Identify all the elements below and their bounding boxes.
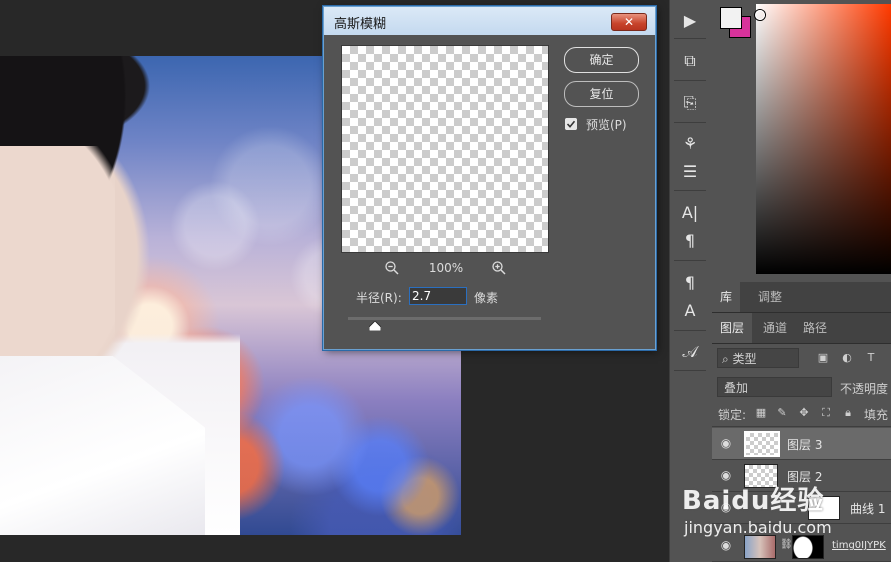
portrait-face	[0, 146, 115, 376]
lock-all-icon[interactable]: 🔒︎	[842, 407, 854, 419]
lock-paint-icon[interactable]: ✎	[776, 407, 788, 419]
watermark-url: jingyan.baidu.com	[684, 518, 832, 537]
zoom-level: 100%	[428, 261, 464, 275]
baidu-jingyan-watermark: Baidu经验	[682, 486, 825, 516]
reset-button[interactable]: 复位	[564, 81, 639, 107]
divider	[674, 122, 706, 123]
lock-artboard-icon[interactable]: ⛶	[820, 407, 832, 419]
visibility-eye-icon[interactable]: ◉	[719, 437, 733, 449]
color-picker-field[interactable]	[756, 4, 891, 274]
tab-library[interactable]: 库	[712, 282, 741, 312]
tab-adjustments[interactable]: 调整	[750, 282, 790, 312]
character-styles-icon[interactable]: A	[679, 300, 701, 322]
3d-object-icon[interactable]: ⧉	[679, 50, 701, 72]
type-filter-icon[interactable]: T	[865, 352, 877, 364]
character-icon[interactable]: A|	[679, 202, 701, 224]
layer-name[interactable]: 图层 3	[787, 436, 822, 453]
color-picker-marker[interactable]	[755, 10, 765, 20]
layer-row[interactable]: ◉ 图层 3	[712, 428, 891, 460]
link-chain-icon[interactable]: ⛓	[780, 539, 793, 550]
opacity-label: 不透明度	[840, 382, 889, 396]
tab-layers[interactable]: 图层	[712, 313, 753, 343]
tab-paths[interactable]: 路径	[795, 313, 835, 343]
layers-panel-tabs: 图层 通道 路径	[712, 313, 891, 344]
foreground-color-swatch[interactable]	[720, 7, 742, 29]
close-button[interactable]: ✕	[611, 13, 647, 31]
radius-unit: 像素	[474, 291, 499, 305]
filter-preview-area[interactable]	[341, 45, 549, 253]
blend-row: 叠加 不透明度	[712, 374, 891, 400]
brush-presets-icon[interactable]: ⚘	[679, 133, 701, 155]
blend-mode-select[interactable]: 叠加	[717, 377, 832, 397]
radius-slider-thumb[interactable]	[369, 321, 381, 331]
radius-slider[interactable]	[348, 317, 541, 320]
layer-name[interactable]: timg0IJYPK	[832, 540, 886, 551]
layer-thumbnail	[744, 431, 780, 457]
paragraph-styles-icon[interactable]: ¶	[679, 272, 701, 294]
divider	[674, 190, 706, 191]
play-icon[interactable]: ▶	[679, 10, 701, 32]
layer-mask-thumbnail[interactable]	[792, 535, 824, 559]
layer-filter-row: ⌕ 类型 ▣ ◐ T	[712, 344, 891, 374]
search-icon: ⌕	[722, 352, 733, 366]
dialog-title: 高斯模糊	[334, 17, 387, 32]
divider	[674, 80, 706, 81]
layer-filter-label: 类型	[732, 352, 757, 366]
panel-icon-strip: ▶ ⧉ ⎘ ⚘ ☰ A| ¶ ¶ A 𝒜	[669, 0, 713, 562]
lock-label: 锁定:	[718, 408, 747, 422]
dialog-titlebar[interactable]: 高斯模糊 ✕	[324, 7, 655, 35]
clone-source-icon[interactable]: ⎘	[679, 92, 701, 114]
preview-checkbox[interactable]	[565, 118, 577, 130]
lock-row: 锁定: ▦ ✎ ✥ ⛶ 🔒︎ 填充	[712, 400, 891, 427]
close-icon: ✕	[623, 15, 635, 29]
tab-channels[interactable]: 通道	[755, 313, 795, 343]
divider	[674, 38, 706, 39]
lock-transparent-icon[interactable]: ▦	[755, 407, 767, 419]
layer-thumbnail	[744, 535, 776, 559]
zoom-out-icon[interactable]	[384, 260, 400, 276]
fill-label: 填充	[864, 408, 889, 422]
lock-move-icon[interactable]: ✥	[798, 407, 810, 419]
glyphs-icon[interactable]: 𝒜	[679, 341, 701, 363]
radius-label: 半径(R):	[356, 291, 402, 305]
properties-sliders-icon[interactable]: ☰	[679, 161, 701, 183]
right-panels: 库 调整 图层 通道 路径 ⌕ 类型 ▣ ◐ T 叠加 不透明度 锁定: ▦ ✎…	[712, 0, 891, 562]
gaussian-blur-dialog: 高斯模糊 ✕ 100% 半径(R): 像素 确定 复位 预览(P)	[323, 6, 656, 350]
divider	[674, 330, 706, 331]
zoom-in-icon[interactable]	[491, 260, 507, 276]
library-adjustments-tabs: 库 调整	[712, 282, 891, 313]
divider	[674, 370, 706, 371]
visibility-eye-icon[interactable]: ◉	[719, 539, 733, 551]
radius-input[interactable]	[409, 287, 467, 305]
divider	[674, 260, 706, 261]
paragraph-icon[interactable]: ¶	[679, 230, 701, 252]
adjustment-filter-icon[interactable]: ◐	[841, 352, 853, 364]
preview-checkbox-label[interactable]: 预览(P)	[586, 116, 627, 133]
layer-filter-select[interactable]: ⌕ 类型	[717, 348, 799, 368]
layer-name[interactable]: 曲线 1	[850, 500, 885, 517]
pixel-filter-icon[interactable]: ▣	[817, 352, 829, 364]
ok-button[interactable]: 确定	[564, 47, 639, 73]
